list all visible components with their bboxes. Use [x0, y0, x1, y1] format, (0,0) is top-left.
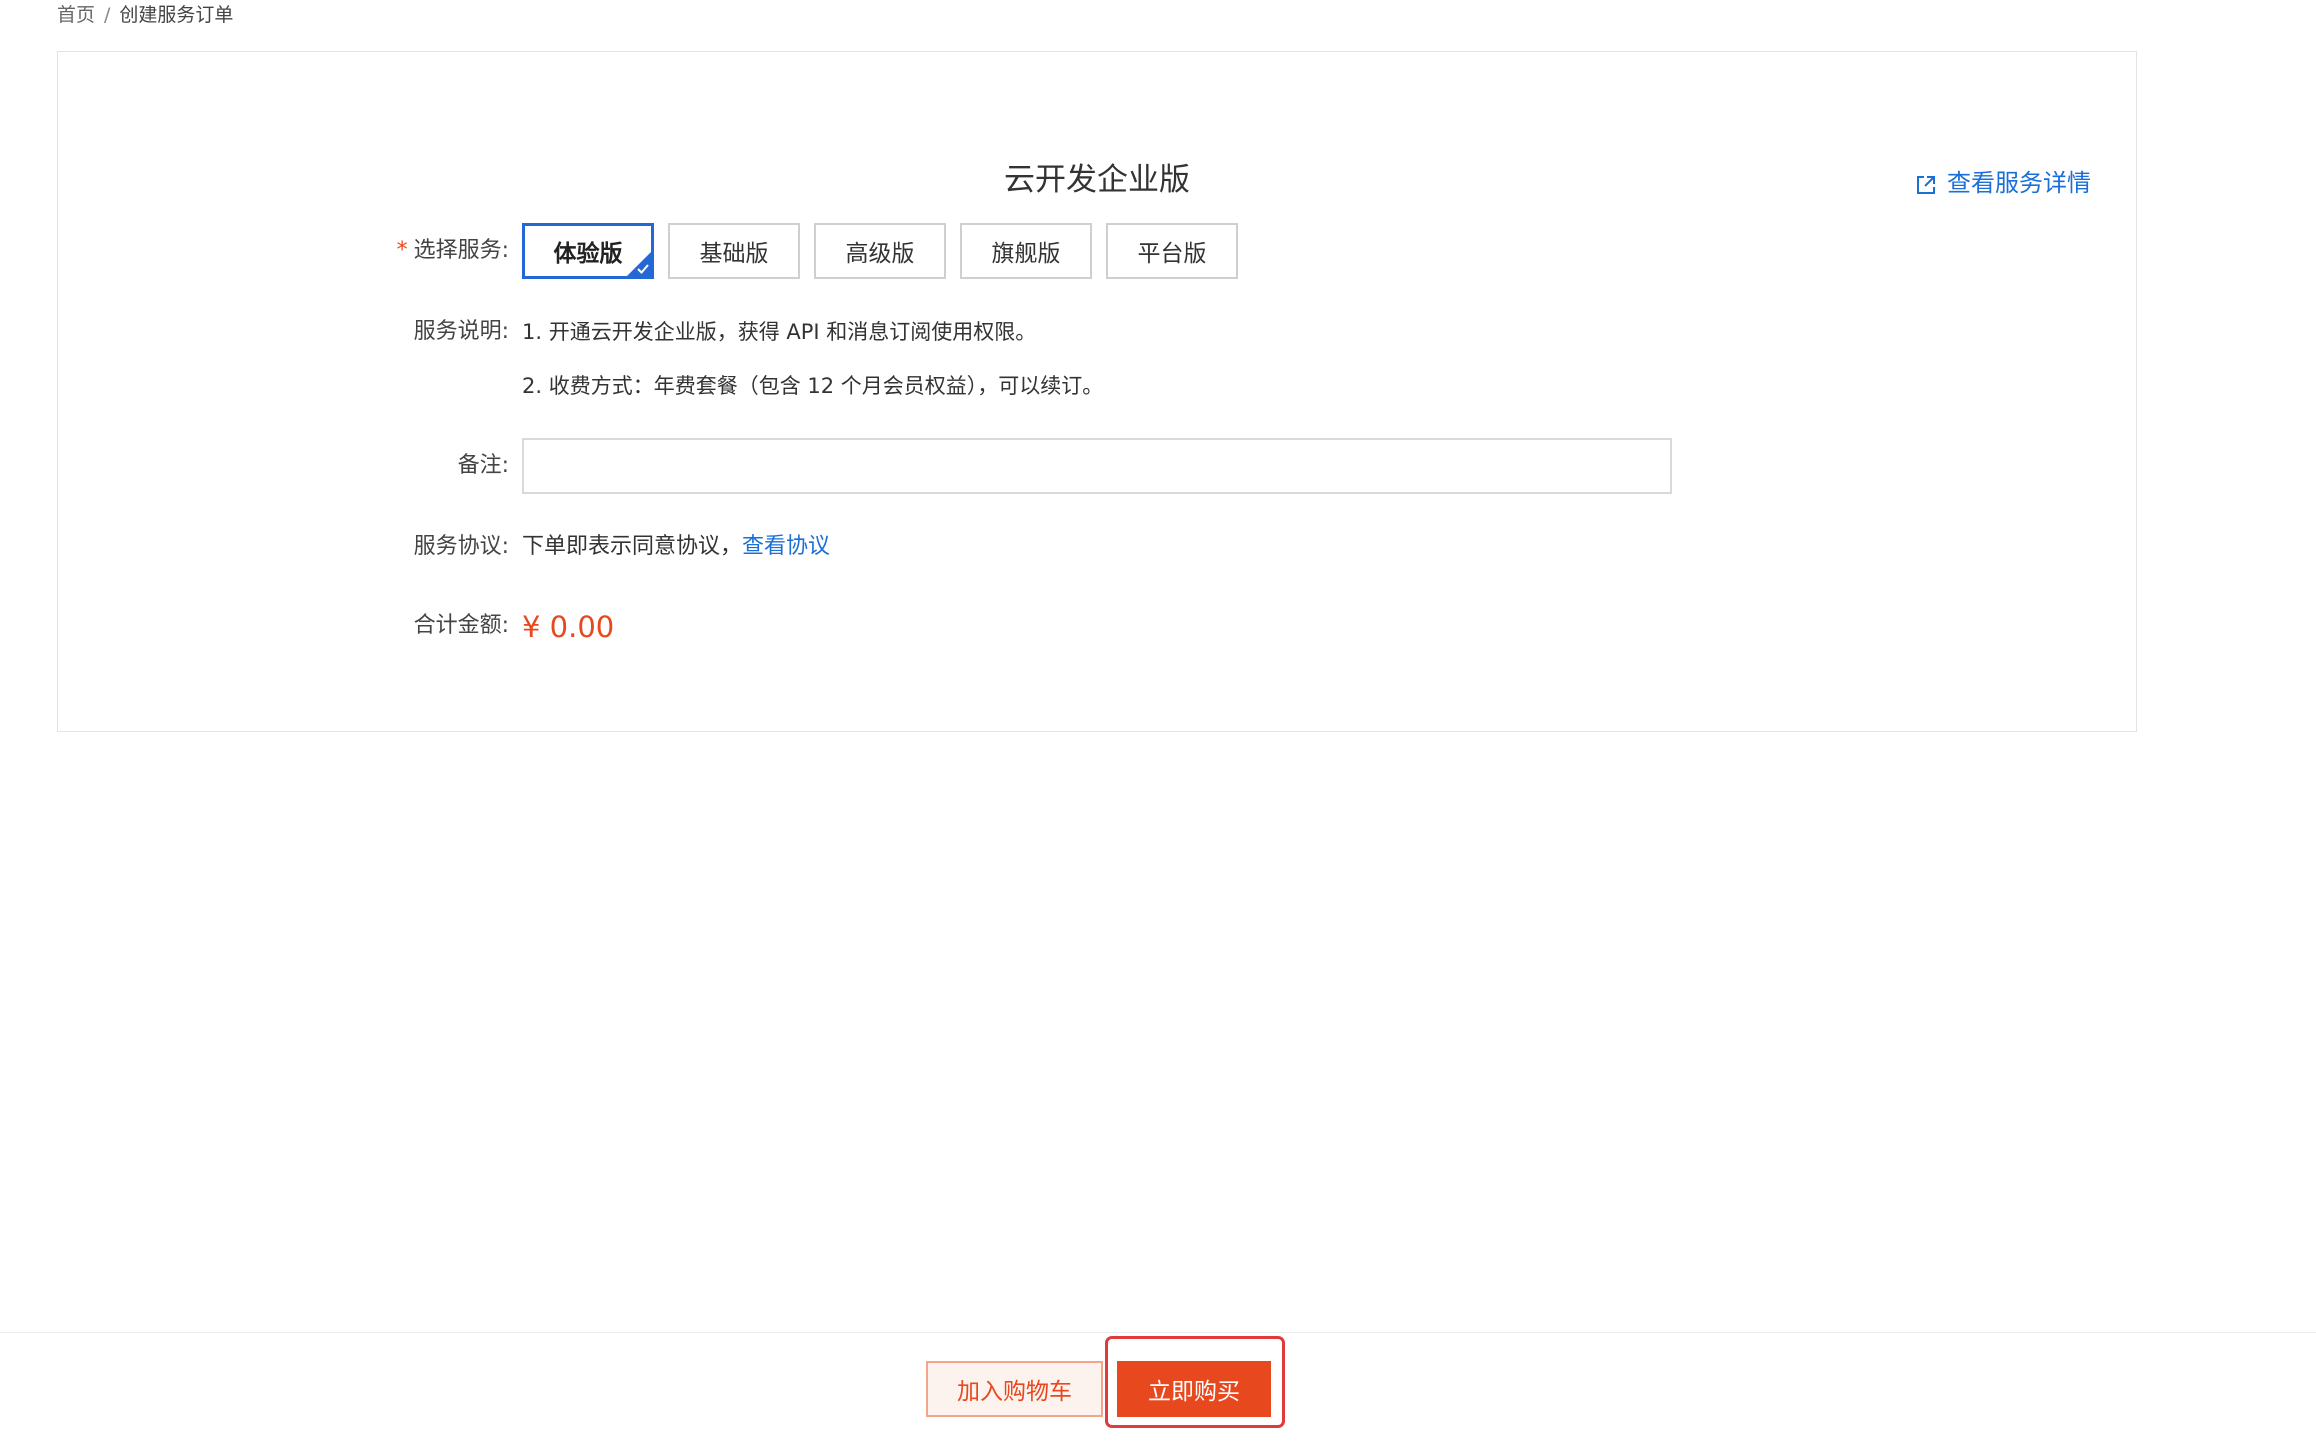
- service-select-label: * 选择服务:: [397, 236, 509, 266]
- selected-check-icon: [626, 251, 652, 277]
- bottom-action-bar: 加入购物车 立即购买: [0, 1332, 2316, 1441]
- service-option-label: 高级版: [845, 241, 915, 267]
- total-label: 合计金额:: [413, 613, 509, 638]
- service-option-basic[interactable]: 基础版: [668, 223, 800, 279]
- breadcrumb-current: 创建服务订单: [119, 4, 234, 26]
- breadcrumb-home-link[interactable]: 首页: [57, 2, 95, 28]
- service-option-advanced[interactable]: 高级版: [814, 223, 946, 279]
- service-option-flagship[interactable]: 旗舰版: [960, 223, 1092, 279]
- required-mark: *: [396, 238, 408, 263]
- service-description-line-2: 2. 收费方式：年费套餐（包含 12 个月会员权益），可以续订。: [522, 374, 1104, 398]
- page-title: 云开发企业版: [1004, 162, 1190, 198]
- service-option-label: 旗舰版: [991, 241, 1061, 267]
- service-option-label: 体验版: [553, 241, 623, 267]
- agreement-text: 下单即表示同意协议，: [522, 534, 743, 559]
- breadcrumb: 首页 / 创建服务订单: [57, 2, 233, 28]
- add-to-cart-button[interactable]: 加入购物车: [926, 1361, 1103, 1417]
- agreement-text-row: 下单即表示同意协议，查看协议: [522, 532, 830, 562]
- view-service-details-label: 查看服务详情: [1947, 169, 2091, 197]
- service-description-label: 服务说明:: [413, 319, 509, 344]
- agreement-label: 服务协议:: [413, 534, 509, 559]
- service-select-label-text: 选择服务:: [413, 238, 509, 263]
- service-options: 体验版 基础版 高级版 旗舰版 平台版: [522, 223, 1252, 279]
- service-option-trial[interactable]: 体验版: [522, 223, 654, 279]
- remark-label: 备注:: [457, 453, 509, 478]
- view-agreement-link[interactable]: 查看协议: [742, 534, 830, 559]
- breadcrumb-separator: /: [104, 4, 111, 26]
- total-amount: ¥ 0.00: [522, 610, 615, 644]
- external-link-icon: [1915, 172, 1937, 194]
- service-option-label: 基础版: [699, 241, 769, 267]
- buy-now-button[interactable]: 立即购买: [1117, 1361, 1271, 1417]
- remark-input[interactable]: [522, 438, 1672, 494]
- service-option-platform[interactable]: 平台版: [1106, 223, 1238, 279]
- service-description-line-1: 1. 开通云开发企业版，获得 API 和消息订阅使用权限。: [522, 320, 1037, 344]
- service-option-label: 平台版: [1137, 241, 1207, 267]
- view-service-details-link[interactable]: 查看服务详情: [1915, 167, 2091, 199]
